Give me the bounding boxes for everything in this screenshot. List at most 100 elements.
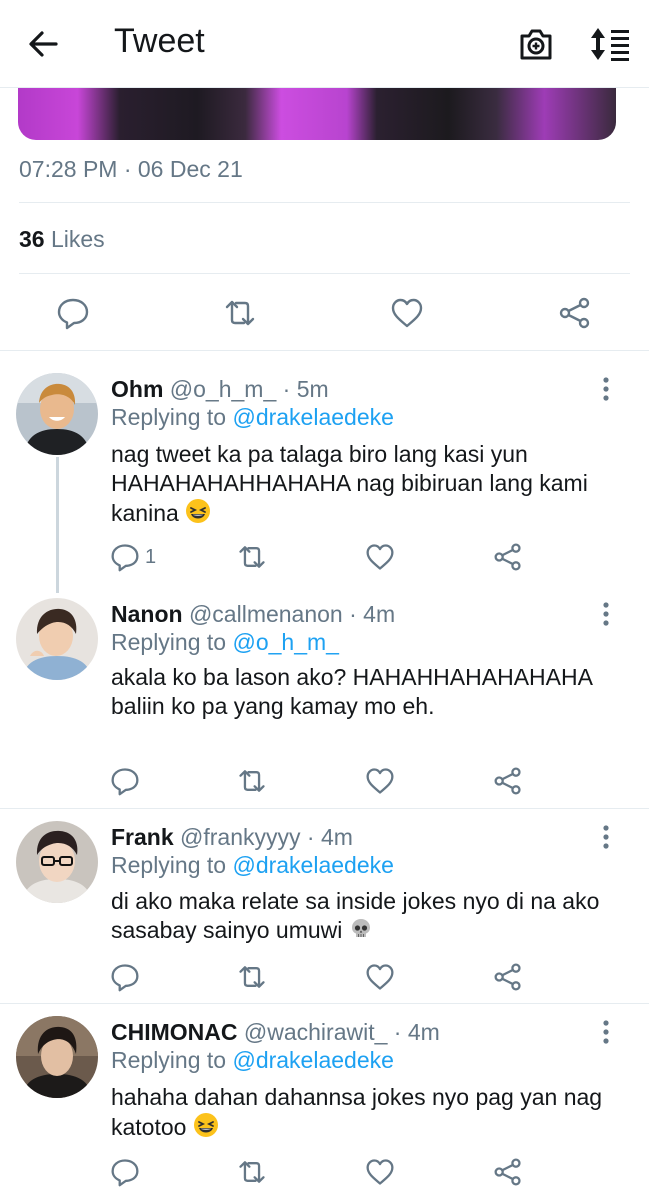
more-vertical-icon <box>603 825 609 849</box>
username: @o_h_m_ <box>169 376 277 402</box>
like-button[interactable] <box>365 766 395 796</box>
replying-to-label: Replying to <box>111 629 227 655</box>
reply-meta: Frank @frankyyyy · 4m <box>111 824 353 851</box>
replying-to: Replying to @drakelaedeke <box>111 404 394 431</box>
display-name[interactable]: Nanon <box>111 601 183 627</box>
skull-icon <box>351 919 370 937</box>
mention-link[interactable]: @drakelaedeke <box>232 404 393 430</box>
reply-time: · 4m <box>393 1019 440 1045</box>
display-name[interactable]: CHIMONAC <box>111 1019 238 1045</box>
share-icon <box>494 963 521 991</box>
username: @frankyyyy <box>180 824 301 850</box>
likes-count: 36 <box>19 226 45 252</box>
reply-icon <box>111 964 139 992</box>
share-icon <box>494 1158 521 1186</box>
reply-button[interactable] <box>110 766 140 796</box>
retweet-button[interactable] <box>223 296 257 330</box>
like-button[interactable] <box>365 542 395 572</box>
back-button[interactable] <box>22 24 66 64</box>
retweet-button[interactable] <box>237 766 267 796</box>
username: @callmenanon <box>188 601 343 627</box>
reply-button[interactable] <box>110 542 140 572</box>
retweet-button[interactable] <box>237 542 267 572</box>
thread-line <box>56 457 59 593</box>
like-button[interactable] <box>365 962 395 992</box>
page-title: Tweet <box>114 22 205 60</box>
tweet-media-image[interactable] <box>18 88 616 140</box>
arrow-left-icon <box>29 31 58 57</box>
mention-link[interactable]: @drakelaedeke <box>232 852 393 878</box>
reply-meta: CHIMONAC @wachirawit_ · 4m <box>111 1019 440 1046</box>
more-options-button[interactable] <box>596 823 616 853</box>
reply-tweet[interactable]: Frank @frankyyyy · 4m Replying to @drake… <box>0 809 649 1003</box>
avatar[interactable] <box>16 373 98 455</box>
reply-meta: Ohm @o_h_m_ · 5m <box>111 376 329 403</box>
like-button[interactable] <box>390 296 424 330</box>
replying-to-label: Replying to <box>111 404 227 430</box>
reply-button[interactable] <box>110 1157 140 1187</box>
reply-icon <box>111 544 139 572</box>
sort-button[interactable] <box>586 24 634 64</box>
retweet-button[interactable] <box>237 1157 267 1187</box>
reply-meta: Nanon @callmenanon · 4m <box>111 601 395 628</box>
reply-tweet[interactable]: Nanon @callmenanon · 4m Replying to @o_h… <box>0 585 649 808</box>
like-button[interactable] <box>365 1157 395 1187</box>
more-options-button[interactable] <box>596 375 616 405</box>
reply-text: akala ko ba lason ako? HAHAHHAHAHAHAHA b… <box>111 664 592 719</box>
share-button[interactable] <box>493 542 523 572</box>
reply-time: · 5m <box>282 376 329 402</box>
reply-tweet[interactable]: CHIMONAC @wachirawit_ · 4m Replying to @… <box>0 1004 649 1200</box>
display-name[interactable]: Frank <box>111 824 174 850</box>
retweet-icon <box>239 770 265 792</box>
heart-icon <box>366 768 394 794</box>
heart-icon <box>366 544 394 570</box>
grinning-squinting-face-icon <box>193 1113 218 1137</box>
retweet-icon <box>239 546 265 568</box>
reply-icon <box>57 298 89 330</box>
reply-button[interactable] <box>56 296 90 330</box>
display-name[interactable]: Ohm <box>111 376 163 402</box>
reply-time: · 4m <box>349 601 396 627</box>
sort-icon <box>591 28 629 61</box>
reply-icon <box>111 1159 139 1187</box>
more-options-button[interactable] <box>596 600 616 630</box>
likes-count-link[interactable]: 36 Likes <box>19 226 105 253</box>
username: @wachirawit_ <box>243 1019 388 1045</box>
avatar[interactable] <box>16 598 98 680</box>
tweet-action-bar <box>0 290 649 340</box>
share-icon <box>559 297 590 329</box>
share-icon <box>494 543 521 571</box>
avatar[interactable] <box>16 821 98 903</box>
share-button[interactable] <box>493 1157 523 1187</box>
mention-link[interactable]: @drakelaedeke <box>232 1047 393 1073</box>
heart-icon <box>366 1159 394 1185</box>
share-button[interactable] <box>558 296 592 330</box>
reply-text: di ako maka relate sa inside jokes nyo d… <box>111 888 600 943</box>
retweet-icon <box>225 300 255 326</box>
more-vertical-icon <box>603 377 609 401</box>
share-button[interactable] <box>493 766 523 796</box>
replying-to-label: Replying to <box>111 852 227 878</box>
retweet-button[interactable] <box>237 962 267 992</box>
likes-label: Likes <box>50 226 105 252</box>
replying-to: Replying to @drakelaedeke <box>111 1047 394 1074</box>
top-app-bar: Tweet <box>0 0 649 88</box>
share-button[interactable] <box>493 962 523 992</box>
replying-to: Replying to @drakelaedeke <box>111 852 394 879</box>
more-options-button[interactable] <box>596 1018 616 1048</box>
avatar[interactable] <box>16 1016 98 1098</box>
mention-link[interactable]: @o_h_m_ <box>232 629 338 655</box>
reply-button[interactable] <box>110 962 140 992</box>
heart-icon <box>366 964 394 990</box>
reply-icon <box>111 768 139 796</box>
camera-button[interactable] <box>514 24 558 64</box>
replying-to-label: Replying to <box>111 1047 227 1073</box>
divider <box>19 273 630 274</box>
reply-text: nag tweet ka pa talaga biro lang kasi yu… <box>111 441 588 526</box>
camera-add-icon <box>520 29 552 60</box>
retweet-icon <box>239 1161 265 1183</box>
reply-tweet[interactable]: Ohm @o_h_m_ · 5m Replying to @drakelaede… <box>0 351 649 593</box>
more-vertical-icon <box>603 602 609 626</box>
reply-time: · 4m <box>306 824 353 850</box>
tweet-timestamp: 07:28 PM · 06 Dec 21 <box>19 156 243 182</box>
